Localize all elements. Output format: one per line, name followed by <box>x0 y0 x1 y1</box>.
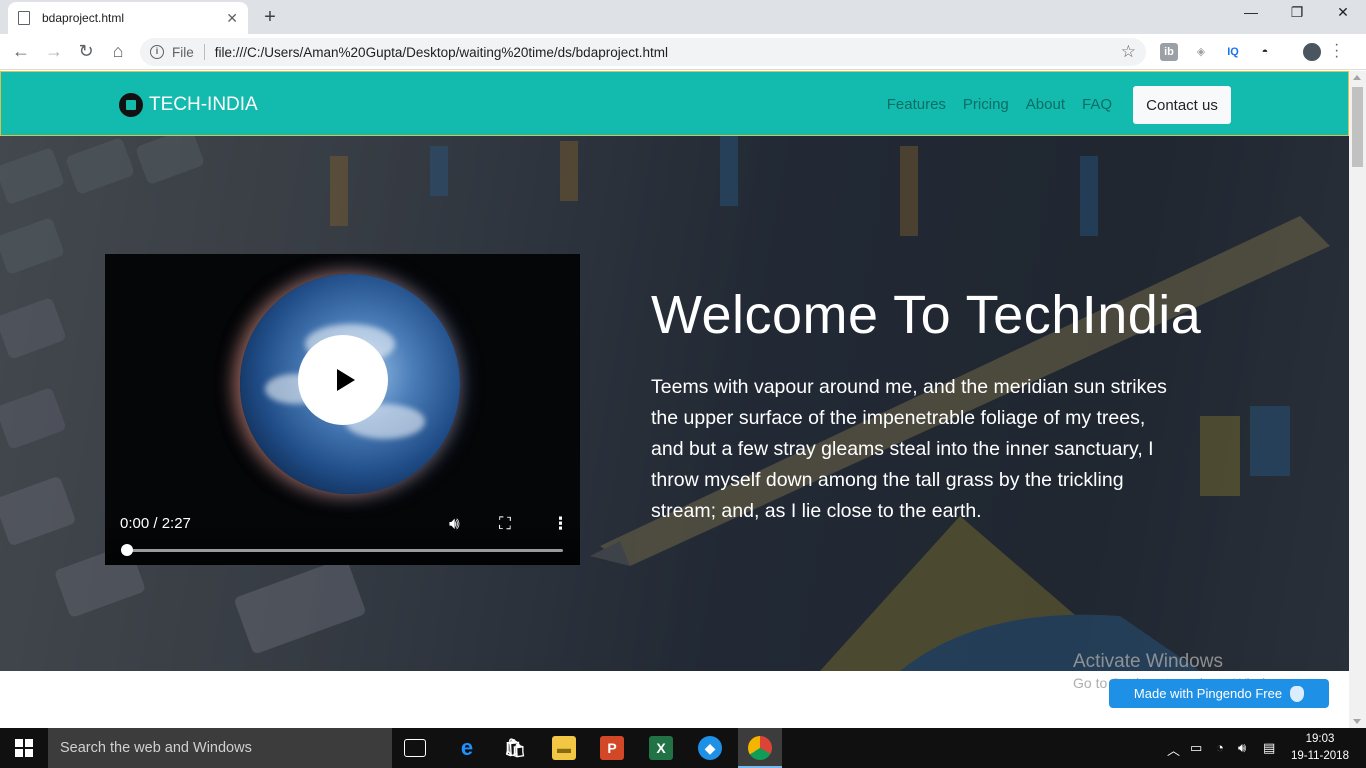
clock-date: 19-11-2018 <box>1291 750 1349 762</box>
close-window-button[interactable]: ✕ <box>1320 4 1366 21</box>
extension-tag-icon[interactable]: ◈ <box>1192 43 1210 61</box>
profile-avatar-icon[interactable] <box>1303 43 1321 61</box>
store-icon[interactable]: 🛍︎ <box>503 736 527 760</box>
new-tab-button[interactable]: + <box>260 6 280 29</box>
info-icon[interactable]: i <box>150 45 164 59</box>
tab-close-icon[interactable]: ✕ <box>226 10 238 27</box>
start-button[interactable] <box>0 728 48 768</box>
tab-title: bdaproject.html <box>42 11 125 25</box>
taskbar-search-box[interactable]: Search the web and Windows <box>48 728 392 768</box>
scroll-up-arrow-icon[interactable] <box>1353 75 1361 80</box>
fullscreen-icon[interactable]: ⛶ <box>499 514 511 534</box>
more-options-icon[interactable]: ⋮ <box>552 514 569 534</box>
scheme-label: File <box>172 44 194 60</box>
site-navbar: TECH-INDIA Features Pricing About FAQ Co… <box>0 71 1349 136</box>
edge-browser-icon[interactable]: e <box>455 736 479 760</box>
home-icon[interactable]: ⌂ <box>108 41 128 62</box>
scrollbar-thumb[interactable] <box>1352 87 1363 167</box>
brand-logo-icon <box>119 93 143 117</box>
brand[interactable]: TECH-INDIA <box>119 93 258 117</box>
bookmark-star-icon[interactable]: ☆ <box>1121 42 1136 62</box>
pingendo-badge[interactable]: Made with Pingendo Free <box>1109 679 1329 708</box>
video-time: 0:00 / 2:27 <box>120 515 191 532</box>
clock-time: 19:03 <box>1305 733 1335 745</box>
url-text[interactable]: file:///C:/Users/Aman%20Gupta/Desktop/wa… <box>215 45 1121 60</box>
extension-ib-icon[interactable]: ib <box>1160 43 1178 61</box>
play-button[interactable] <box>298 335 388 425</box>
contact-us-button[interactable]: Contact us <box>1133 86 1231 124</box>
excel-icon[interactable]: X <box>649 736 673 760</box>
hero-text: Teems with vapour around me, and the mer… <box>651 376 1167 522</box>
nav-links: Features Pricing About FAQ <box>887 96 1112 113</box>
hero-title: Welcome To TechIndia <box>651 285 1202 345</box>
video-progress-track[interactable] <box>126 549 563 552</box>
address-separator <box>203 44 205 60</box>
restore-button[interactable]: ❐ <box>1274 4 1320 21</box>
taskbar-clock[interactable]: 19:03 19-11-2018 <box>1290 731 1350 765</box>
video-progress-knob[interactable] <box>121 544 133 556</box>
play-icon <box>336 369 355 391</box>
tray-volume-icon[interactable]: 🔊︎ <box>1238 740 1246 756</box>
nav-link-about[interactable]: About <box>1026 96 1065 113</box>
tray-battery-icon[interactable]: ▭ <box>1190 740 1202 756</box>
extension-iq-icon[interactable]: IQ <box>1224 43 1242 61</box>
nav-link-faq[interactable]: FAQ <box>1082 96 1112 113</box>
task-view-icon[interactable] <box>404 739 426 757</box>
minimize-button[interactable]: — <box>1228 4 1274 20</box>
tray-wifi-icon[interactable]: ◔ <box>1216 740 1224 755</box>
powerpoint-icon[interactable]: P <box>600 736 624 760</box>
reload-icon[interactable]: ↻ <box>76 41 96 62</box>
nav-link-features[interactable]: Features <box>887 96 946 113</box>
page-viewport: TECH-INDIA Features Pricing About FAQ Co… <box>0 71 1349 728</box>
brand-name: TECH-INDIA <box>149 94 258 115</box>
video-player[interactable]: 0:00 / 2:27 🔊︎ ⛶ ⋮ <box>105 254 580 565</box>
windows-logo-icon <box>15 739 33 757</box>
hero-section: 0:00 / 2:27 🔊︎ ⛶ ⋮ Welcome To TechIndia … <box>0 136 1349 671</box>
browser-toolbar: ← → ↻ ⌂ i File file:///C:/Users/Aman%20G… <box>0 34 1366 70</box>
extension-ghost-icon[interactable]: ◓ <box>1256 43 1274 61</box>
address-bar[interactable]: i File file:///C:/Users/Aman%20Gupta/Des… <box>140 38 1146 66</box>
page-scrollbar[interactable] <box>1349 71 1366 728</box>
tray-chevron-up-icon[interactable]: ︿ <box>1167 740 1180 759</box>
chrome-icon[interactable] <box>748 736 772 760</box>
browser-tabstrip: bdaproject.html ✕ + — ❐ ✕ <box>0 0 1366 34</box>
volume-icon[interactable]: 🔊︎ <box>449 514 460 534</box>
pingendo-app-icon[interactable]: ◆ <box>698 736 722 760</box>
activate-windows-title: Activate Windows <box>1073 651 1223 672</box>
chrome-menu-icon[interactable]: · · · <box>1334 37 1339 65</box>
nav-link-pricing[interactable]: Pricing <box>963 96 1009 113</box>
forward-arrow-icon[interactable]: → <box>44 41 64 62</box>
scroll-down-arrow-icon[interactable] <box>1353 719 1361 724</box>
pingendo-logo-icon <box>1290 685 1305 702</box>
windows-taskbar: Search the web and Windows e 🛍︎ ▬ P X ◆ … <box>0 728 1366 768</box>
pingendo-badge-label: Made with Pingendo Free <box>1133 686 1283 701</box>
tray-notifications-icon[interactable]: ▤ <box>1263 740 1275 756</box>
file-explorer-icon[interactable]: ▬ <box>552 736 576 760</box>
document-icon <box>18 11 30 25</box>
browser-tab[interactable]: bdaproject.html ✕ <box>8 2 248 34</box>
back-arrow-icon[interactable]: ← <box>11 41 31 62</box>
